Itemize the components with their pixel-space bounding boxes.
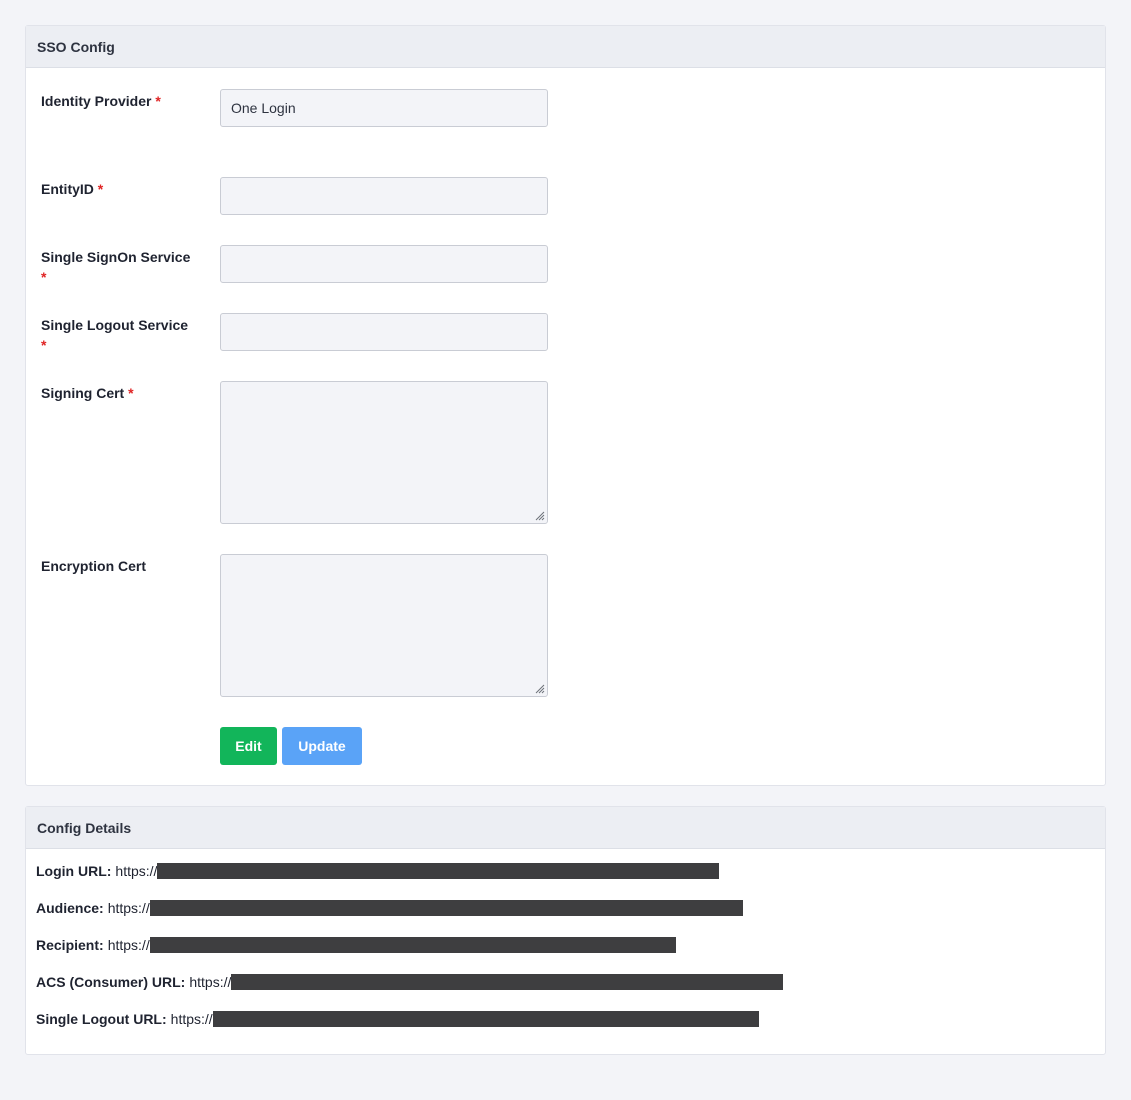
single-logout-label-text: Single Logout Service: [41, 317, 189, 333]
redacted-block: [149, 900, 743, 916]
identity-provider-value: One Login: [231, 100, 296, 116]
identity-provider-label-text: Identity Provider: [41, 93, 152, 109]
audience-value: https://: [107, 900, 150, 916]
single-logout-url-value: https://: [170, 1011, 213, 1027]
single-signon-input[interactable]: [220, 245, 548, 283]
recipient-row: Recipient: https://: [36, 935, 676, 955]
resize-handle-icon[interactable]: [535, 511, 545, 521]
login-url-row: Login URL: https://: [36, 861, 720, 881]
acs-url-label: ACS (Consumer) URL:: [36, 974, 186, 990]
identity-provider-input[interactable]: One Login: [220, 89, 548, 127]
login-url-value: https://: [115, 863, 158, 879]
required-asterisk: *: [41, 269, 47, 285]
encryption-cert-label: Encryption Cert: [41, 556, 201, 576]
audience-row: Audience: https://: [36, 898, 743, 918]
required-asterisk: *: [41, 337, 47, 353]
single-logout-input[interactable]: [220, 313, 548, 351]
sso-config-title: SSO Config: [26, 26, 1105, 68]
required-asterisk: *: [155, 93, 161, 109]
redacted-block: [149, 937, 676, 953]
single-logout-url-label: Single Logout URL:: [36, 1011, 167, 1027]
single-signon-label-text: Single SignOn Service: [41, 249, 191, 265]
acs-url-value: https://: [189, 974, 232, 990]
required-asterisk: *: [128, 385, 134, 401]
entity-id-input[interactable]: [220, 177, 548, 215]
entity-id-label: EntityID *: [41, 179, 201, 199]
redacted-block: [212, 1011, 759, 1027]
sso-config-card: SSO Config Identity Provider * One Login…: [25, 25, 1106, 786]
redacted-block: [157, 863, 720, 879]
update-button[interactable]: Update: [282, 727, 362, 765]
login-url-label: Login URL:: [36, 863, 112, 879]
entity-id-label-text: EntityID: [41, 181, 94, 197]
recipient-label: Recipient:: [36, 937, 104, 953]
acs-url-row: ACS (Consumer) URL: https://: [36, 972, 784, 992]
audience-label: Audience:: [36, 900, 104, 916]
signing-cert-label: Signing Cert *: [41, 383, 201, 403]
redacted-block: [231, 974, 784, 990]
config-details-title: Config Details: [26, 807, 1105, 849]
signing-cert-label-text: Signing Cert: [41, 385, 125, 401]
config-details-card: Config Details Login URL: https:// Audie…: [25, 806, 1106, 1055]
single-signon-label: Single SignOn Service *: [41, 247, 201, 287]
resize-handle-icon[interactable]: [535, 684, 545, 694]
recipient-value: https://: [107, 937, 150, 953]
encryption-cert-textarea[interactable]: [220, 554, 548, 697]
single-logout-url-row: Single Logout URL: https://: [36, 1009, 759, 1029]
identity-provider-label: Identity Provider *: [41, 91, 201, 111]
signing-cert-textarea[interactable]: [220, 381, 548, 524]
encryption-cert-label-text: Encryption Cert: [41, 558, 147, 574]
required-asterisk: *: [97, 181, 104, 197]
single-logout-label: Single Logout Service *: [41, 315, 201, 355]
edit-button[interactable]: Edit: [220, 727, 277, 765]
